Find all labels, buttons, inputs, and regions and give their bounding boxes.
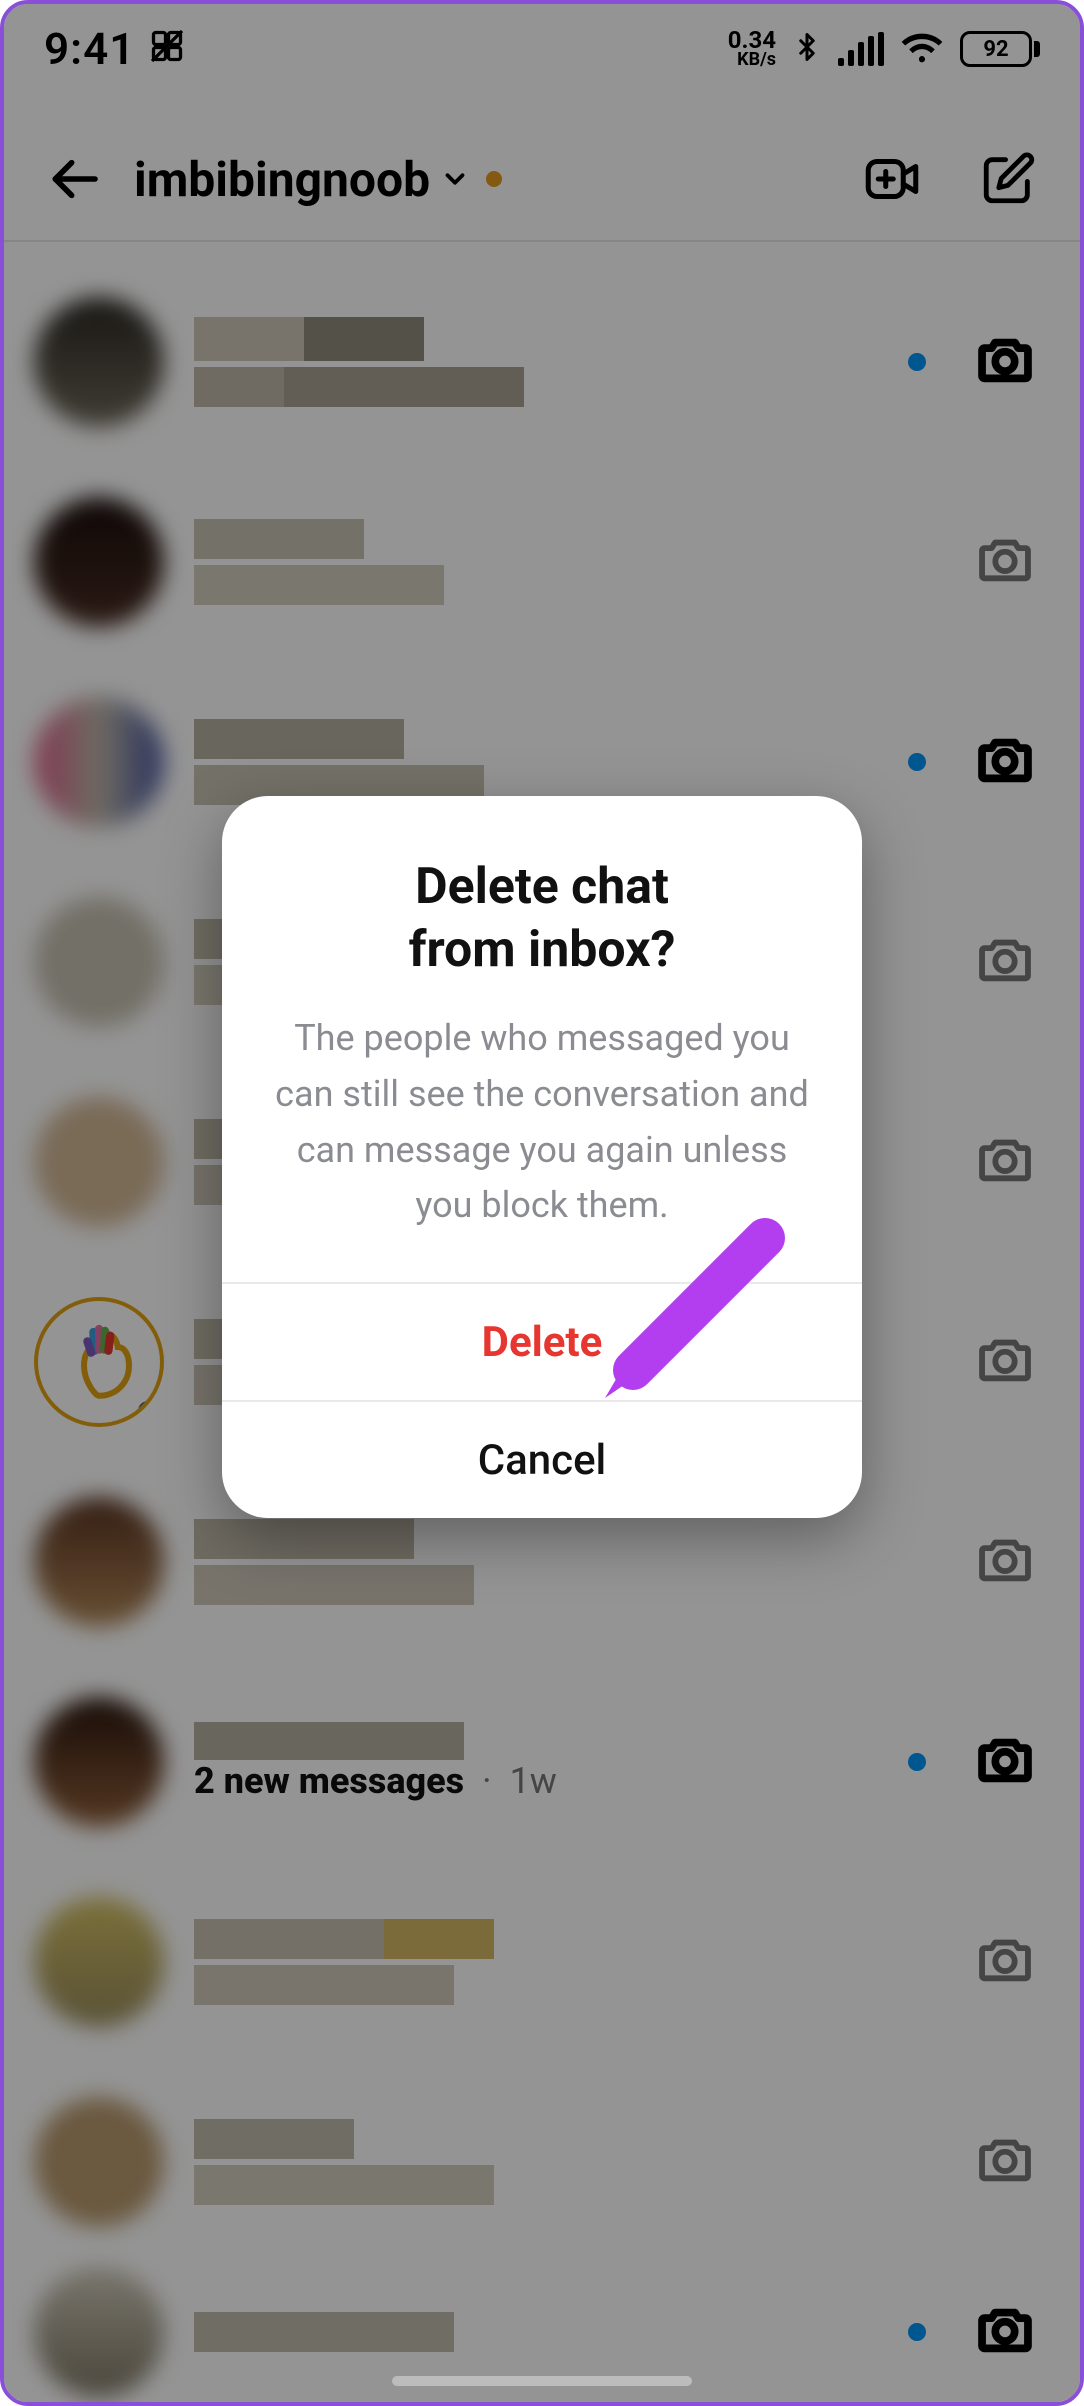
dialog-title: Delete chat from inbox?: [266, 856, 818, 981]
delete-button[interactable]: Delete: [222, 1282, 862, 1400]
delete-chat-dialog: Delete chat from inbox? The people who m…: [222, 796, 862, 1518]
dialog-message: The people who messaged you can still se…: [266, 1011, 818, 1234]
cancel-button[interactable]: Cancel: [222, 1400, 862, 1518]
home-indicator[interactable]: [392, 2376, 692, 2386]
